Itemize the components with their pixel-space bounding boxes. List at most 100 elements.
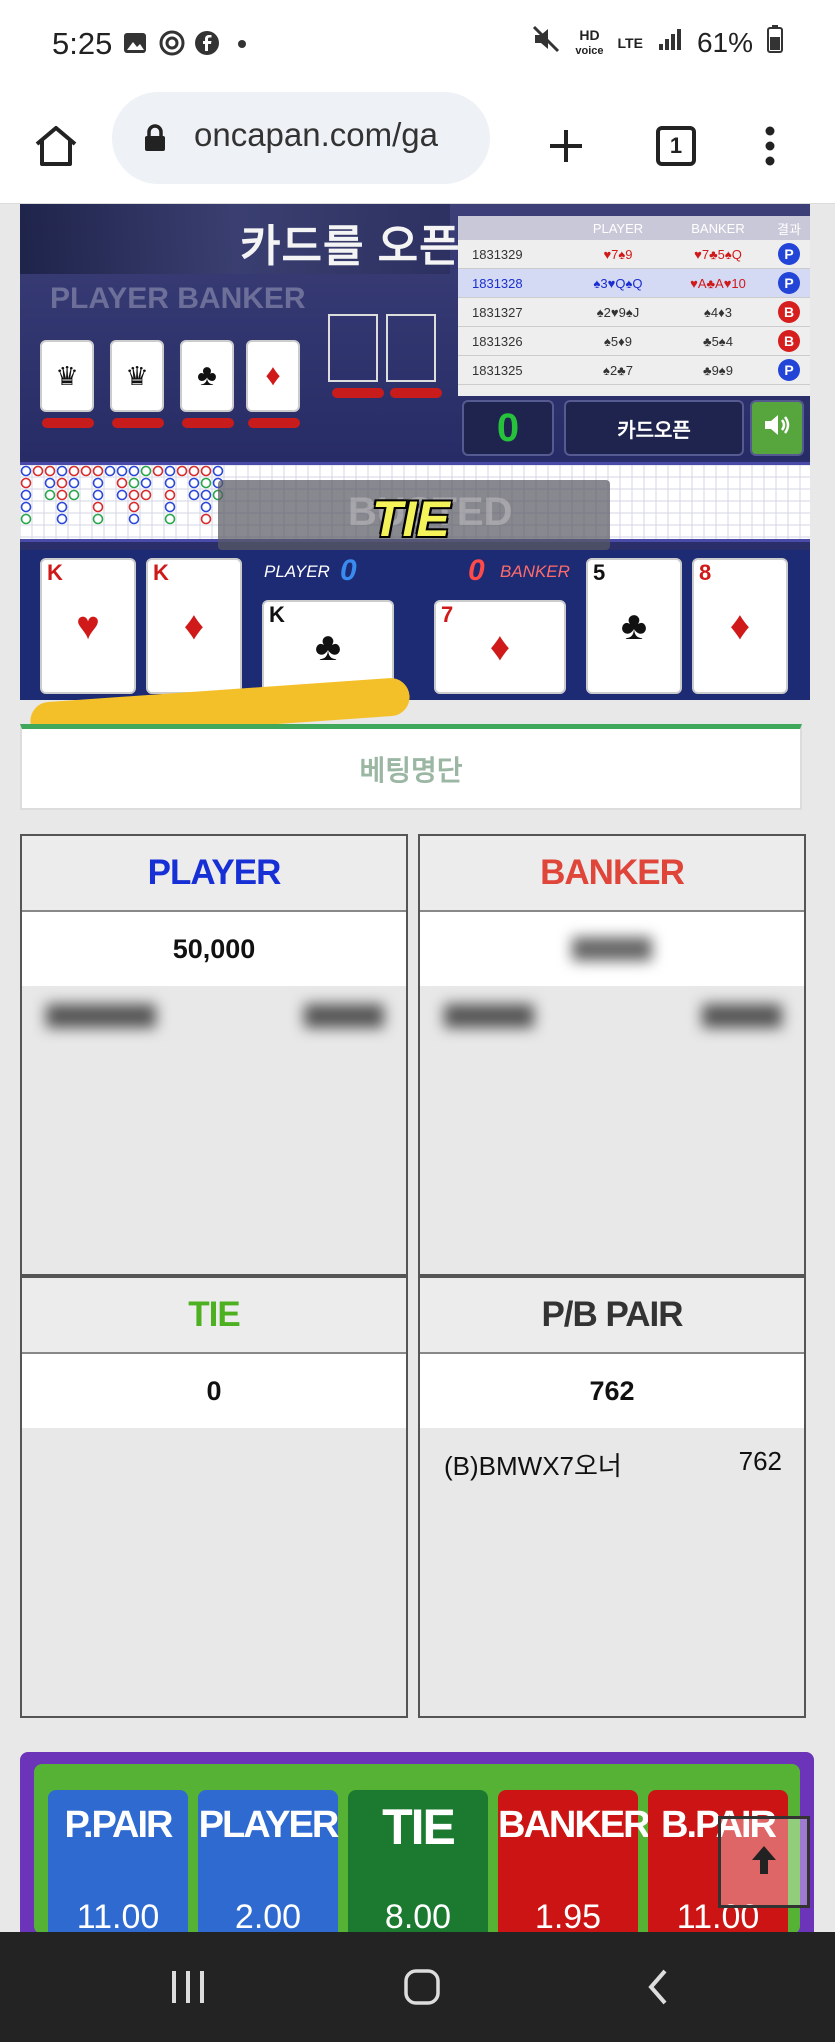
bet-entry-obscured — [22, 986, 406, 1028]
road-bead — [128, 465, 140, 477]
tab-count: 1 — [656, 126, 696, 166]
road-bead — [20, 489, 32, 501]
dealer-card: ♛ — [110, 340, 164, 412]
panel-total-obscured — [420, 912, 804, 986]
result-badge: B — [778, 330, 800, 352]
card-pedestal — [332, 388, 384, 398]
history-row: 1831327 ♠2♥9♠J ♠4♦3 B — [458, 298, 810, 327]
bet-option-tie[interactable]: TIE 8.00 — [348, 1790, 488, 1940]
panel-title: PLAYER — [22, 836, 406, 912]
new-tab-icon[interactable] — [536, 116, 596, 176]
road-bead — [68, 465, 80, 477]
panel-total: 0 — [22, 1354, 406, 1428]
road-bead — [32, 465, 44, 477]
banker-card-1: 7 ♦ — [434, 600, 566, 694]
road-bead — [200, 501, 212, 513]
sound-toggle-button[interactable] — [750, 400, 804, 456]
road-bead — [164, 501, 176, 513]
bet-entry-obscured — [420, 986, 804, 1028]
road-bead — [56, 489, 68, 501]
bet-option-banker[interactable]: BANKER 1.95 — [498, 1790, 651, 1940]
road-bead — [92, 477, 104, 489]
road-bead — [200, 477, 212, 489]
result-text: TIE — [372, 491, 450, 547]
pair-bets-panel: P/B PAIR 762 (B)BMWX7오너 762 — [418, 1276, 806, 1718]
home-nav-icon[interactable] — [392, 1962, 452, 2012]
road-bead — [200, 513, 212, 525]
result-badge: P — [778, 359, 800, 381]
result-badge: P — [778, 272, 800, 294]
road-bead — [200, 465, 212, 477]
recent-apps-icon[interactable] — [158, 1962, 218, 2012]
address-bar[interactable]: oncapan.com/ga — [112, 92, 490, 184]
baccarat-game-panel: PLAYER BANKER ♛ ♛ ♣ ♦ 카드를 오픈합니다. PLAYER … — [20, 204, 810, 700]
road-bead — [176, 465, 188, 477]
bet-entry: (B)BMWX7오너 762 — [420, 1428, 804, 1483]
bet-option-player[interactable]: PLAYER 2.00 — [198, 1790, 339, 1940]
panel-title: TIE — [22, 1278, 406, 1354]
more-notifications-dot — [238, 40, 246, 48]
banker-label: BANKER — [500, 562, 570, 581]
scroll-to-top-button[interactable] — [718, 1816, 810, 1908]
road-bead — [44, 465, 56, 477]
road-bead — [188, 489, 200, 501]
lock-icon — [144, 124, 166, 152]
road-bead — [20, 513, 32, 525]
home-icon[interactable] — [26, 116, 86, 176]
road-bead — [68, 489, 80, 501]
road-bead — [200, 489, 212, 501]
dealer-card: ♣ — [180, 340, 234, 412]
speaker-icon — [762, 411, 792, 446]
status-bar: 5:25 HD voice LTE 61% — [0, 0, 835, 88]
road-bead — [44, 477, 56, 489]
road-bead — [164, 477, 176, 489]
road-bead — [116, 477, 128, 489]
history-row: 1831326 ♠5♦9 ♣5♠4 B — [458, 327, 810, 356]
system-navigation-bar — [0, 1932, 835, 2042]
card-pedestal — [112, 418, 164, 428]
player-bets-panel: PLAYER 50,000 — [20, 834, 408, 1276]
panel-title: P/B PAIR — [420, 1278, 804, 1354]
betting-odds-board: P.PAIR 11.00 PLAYER 2.00 TIE 8.00 BANKER 1.9… — [20, 1752, 814, 1940]
road-bead — [44, 489, 56, 501]
road-bead — [56, 501, 68, 513]
menu-icon[interactable] — [740, 116, 800, 176]
round-counter: 0 — [462, 400, 554, 456]
history-row: 1831329 ♥7♠9 ♥7♣5♠Q P — [458, 240, 810, 269]
signal-icon — [657, 26, 683, 59]
bet-amount: 762 — [738, 1446, 782, 1476]
battery-icon — [767, 25, 783, 60]
card-pedestal — [390, 388, 442, 398]
tab-switcher-button[interactable]: 1 — [646, 116, 706, 176]
panel-total: 762 — [420, 1354, 804, 1428]
road-bead — [152, 465, 164, 477]
history-header: PLAYER BANKER 결과 — [458, 216, 810, 240]
player-card-2: K ♦ — [146, 558, 242, 694]
player-score: 0 — [340, 554, 357, 587]
banker-card-2: 5 ♣ — [586, 558, 682, 694]
podcast-notification-icon — [158, 30, 185, 56]
panel-total: 50,000 — [22, 912, 406, 986]
back-icon[interactable] — [628, 1962, 688, 2012]
arrow-up-icon — [746, 1842, 782, 1883]
result-history-table: PLAYER BANKER 결과 1831329 ♥7♠9 ♥7♣5♠Q P 1… — [458, 216, 810, 396]
shoe-title: PLAYER BANKER — [50, 282, 306, 315]
open-cards-button[interactable]: 카드오픈 — [564, 400, 744, 456]
road-bead — [92, 501, 104, 513]
bet-option-player-pair[interactable]: P.PAIR 11.00 — [48, 1790, 188, 1940]
hd-voice-indicator: HD voice — [575, 26, 604, 57]
dealer-card: ♦ — [246, 340, 300, 412]
banker-card-3: 8 ♦ — [692, 558, 788, 694]
url-text: oncapan.com/ga — [194, 116, 439, 153]
banker-score: 0 — [468, 554, 485, 587]
road-bead — [212, 465, 224, 477]
card-pedestal — [42, 418, 94, 428]
road-bead — [128, 513, 140, 525]
dealer-card: ♛ — [40, 340, 94, 412]
road-bead — [80, 465, 92, 477]
history-row: 1831325 ♠2♣7 ♣9♠9 P — [458, 356, 810, 385]
result-badge: B — [778, 301, 800, 323]
panel-title: BANKER — [420, 836, 804, 912]
road-bead — [20, 501, 32, 513]
road-bead — [140, 465, 152, 477]
